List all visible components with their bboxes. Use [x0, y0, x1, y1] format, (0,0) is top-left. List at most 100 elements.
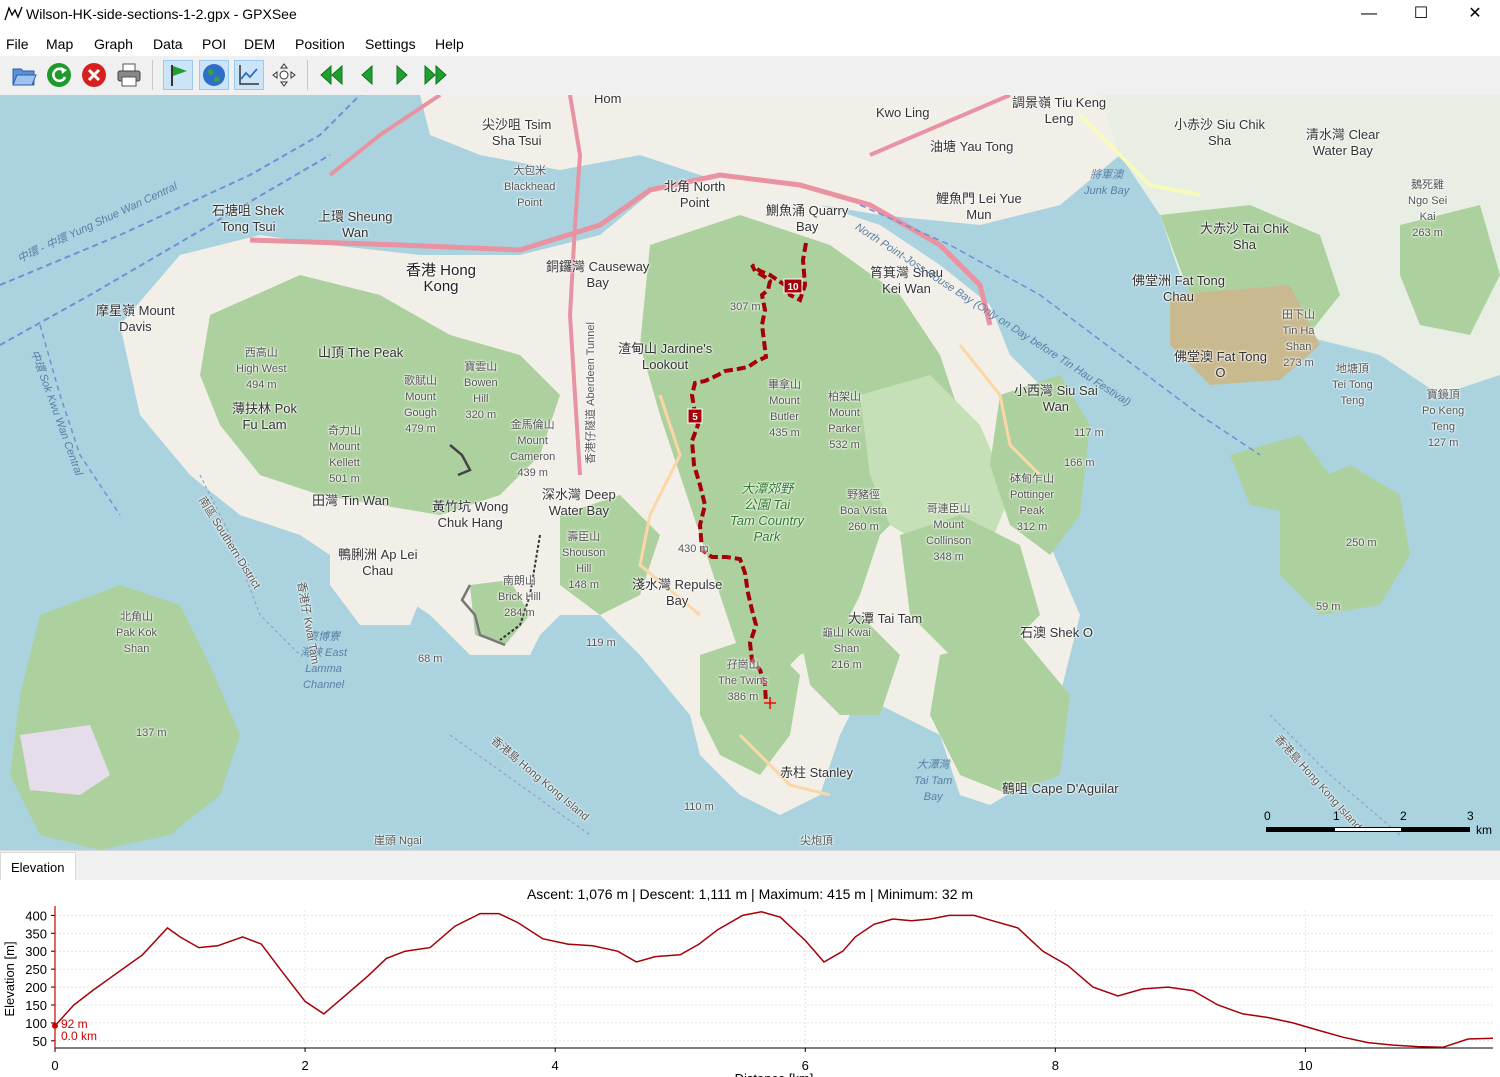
map-label-high-west: 西高山 High West 494 m: [236, 347, 287, 391]
map-label-hom: Hom: [594, 95, 622, 106]
x-tick-label: 0: [51, 1058, 58, 1073]
map-label-blackhead: 大包米 Blackhead Point: [504, 165, 556, 209]
harbour-road: [328, 95, 442, 177]
menu-file[interactable]: File: [6, 36, 29, 52]
tab-elevation[interactable]: Elevation: [0, 852, 76, 881]
reload-button[interactable]: [44, 60, 74, 90]
map-label-kwun-ling: Kwo Ling: [876, 105, 930, 120]
minimize-button[interactable]: —: [1346, 0, 1392, 30]
previous-file-button[interactable]: [352, 60, 382, 90]
map-label-mount-davis: 摩星嶺 Mount Davis: [96, 303, 175, 334]
globe-icon: [203, 64, 225, 86]
map-label-119m: 119 m: [586, 637, 616, 649]
map-label-mount-kellett: 奇力山 Mount Kellett 501 m: [328, 425, 361, 485]
map-label-kwai-shan: 龜山 Kwai Shan 216 m: [822, 627, 871, 671]
map-label-mount-gough: 歌賦山 Mount Gough 479 m: [404, 375, 438, 435]
maximize-button[interactable]: ☐: [1398, 0, 1444, 30]
map-label-tin-wan: 田灣 Tin Wan: [312, 493, 390, 508]
map-label-junk-bay: 將軍澳 Junk Bay: [1084, 169, 1130, 197]
map-label-po-keng-teng: 寶鏡頂 Po Keng Teng 127 m: [1422, 389, 1465, 449]
open-file-icon: [12, 68, 37, 86]
map-label-aberdeen-tunnel: 香港仔隧道 Aberdeen Tunnel: [584, 322, 597, 464]
window-title: Wilson-HK-side-sections-1-2.gpx - GPXSee: [26, 6, 297, 22]
map-label-tai-chik-sha: 大赤沙 Tai Chik Sha: [1200, 221, 1289, 252]
map-label-tai-tam-country-park: 大潭郊野 公園 Tai Tam Country Park: [730, 481, 804, 544]
map-view[interactable]: 5 10 尖沙咀 Tsim Sha Tsui Hom 大包米 Blackhead…: [0, 95, 1500, 850]
map-label-430m: 430 m: [678, 543, 709, 555]
title-bar: Wilson-HK-side-sections-1-2.gpx - GPXSee…: [0, 0, 1500, 30]
x-tick-label: 8: [1052, 1058, 1059, 1073]
map-label-59m: 59 m: [1316, 601, 1341, 613]
map-label-fat-tong-chau: 佛堂洲 Fat Tong Chau: [1132, 273, 1225, 304]
scale-segment: [1266, 827, 1334, 832]
show-poi-button[interactable]: [163, 60, 193, 90]
elevation-graph[interactable]: Ascent: 1,076 m | Descent: 1,111 m | Max…: [0, 880, 1500, 1077]
toolbar-separator: [152, 60, 153, 90]
gpxsee-app-icon: [4, 6, 23, 21]
map-label-boa-vista: 野豬徑 Boa Vista 260 m: [840, 489, 887, 533]
menu-poi[interactable]: POI: [202, 36, 226, 52]
close-button[interactable]: ✕: [1452, 0, 1498, 30]
show-position-button[interactable]: [269, 60, 299, 90]
map-label-deep-water-bay: 深水灣 Deep Water Bay: [542, 487, 616, 518]
map-label-lei-yue-mun: 鯉魚門 Lei Yue Mun: [936, 191, 1022, 222]
show-graphs-button[interactable]: [234, 60, 264, 90]
x-tick-label: 4: [552, 1058, 559, 1073]
map-label-stanley: 赤柱 Stanley: [780, 765, 853, 780]
scale-label-0: 0: [1264, 809, 1271, 823]
map-label-ngo-sei-kai: 鵝死雞 Ngo Sei Kai 263 m: [1408, 179, 1448, 239]
flag-icon: [171, 65, 187, 86]
menu-position[interactable]: Position: [295, 36, 345, 52]
map-label-166m: 166 m: [1064, 457, 1095, 469]
menu-data[interactable]: Data: [153, 36, 183, 52]
toolbar: [0, 56, 1500, 94]
map-label-the-peak: 山頂 The Peak: [318, 345, 404, 360]
close-file-button[interactable]: [79, 60, 109, 90]
map-label-tsim-sha-tsui: 尖沙咀 Tsim Sha Tsui: [482, 117, 552, 148]
print-button[interactable]: [114, 60, 144, 90]
graph-tab-bar: Elevation: [0, 850, 1500, 881]
y-tick-label: 150: [25, 998, 47, 1013]
graph-icon: [239, 65, 259, 85]
map-label-siu-chik-sha: 小赤沙 Siu Chik Sha: [1174, 117, 1266, 148]
map-label-fat-tong-o: 佛堂澳 Fat Tong O: [1174, 349, 1267, 380]
menu-help[interactable]: Help: [435, 36, 464, 52]
y-tick-label: 50: [33, 1034, 47, 1049]
y-tick-label: 350: [25, 926, 47, 941]
elevation-line: [54, 911, 1494, 1049]
menu-dem[interactable]: DEM: [244, 36, 275, 52]
menu-settings[interactable]: Settings: [365, 36, 416, 52]
y-tick-label: 100: [25, 1016, 47, 1031]
last-file-button[interactable]: [421, 60, 451, 90]
map-label-shek-o: 石澳 Shek O: [1020, 625, 1093, 640]
district-boundary: [449, 734, 591, 836]
scale-segment: [1402, 827, 1470, 832]
menu-bar: File Map Graph Data POI DEM Position Set…: [0, 30, 1500, 56]
x-axis-label: Distance [km]: [735, 1071, 814, 1077]
scale-label-2: 2: [1400, 809, 1407, 823]
x-tick-label: 2: [301, 1058, 308, 1073]
elevation-chart: 501001502002503003504000 2 4 6 8 10Elevation …: [2, 906, 1494, 1077]
show-map-button[interactable]: [199, 60, 229, 90]
map-label-bowen-hill: 寶雲山 Bowen Hill 320 m: [464, 361, 498, 421]
map-label-68m: 68 m: [418, 653, 443, 665]
graph-slider-point: [52, 1022, 58, 1029]
map-label-brick-hill: 南朗山 Brick Hill 284 m: [498, 575, 541, 619]
move-arrows-icon: [272, 63, 296, 87]
scale-unit: km: [1476, 823, 1492, 837]
next-file-button[interactable]: [387, 60, 417, 90]
map-label-repulse-bay: 淺水灣 Repulse Bay: [632, 577, 723, 608]
map-label-mount-cameron: 金馬倫山 Mount Cameron 439 m: [510, 419, 556, 479]
last-file-icon: [424, 64, 447, 86]
map-label-mount-butler: 畢拿山 Mount Butler 435 m: [768, 379, 801, 439]
print-icon: [117, 63, 141, 87]
map-label-hong-kong: 香港 Hong Kong: [406, 262, 477, 295]
menu-map[interactable]: Map: [46, 36, 73, 52]
open-file-button[interactable]: [9, 60, 39, 90]
y-tick-label: 300: [25, 944, 47, 959]
map-label-the-twins: 孖崗山 The Twins 386 m: [718, 659, 768, 703]
first-file-button[interactable]: [316, 60, 346, 90]
menu-graph[interactable]: Graph: [94, 36, 133, 52]
map-label-pok-fu-lam: 薄扶林 Pok Fu Lam: [232, 401, 298, 432]
map-label-250m: 250 m: [1346, 537, 1377, 549]
